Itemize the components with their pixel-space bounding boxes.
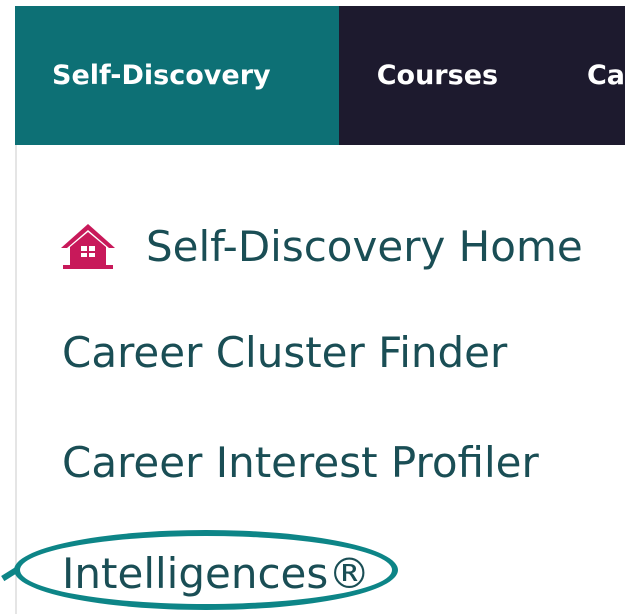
top-navigation-bar: Self-Discovery Courses Ca <box>15 6 625 145</box>
menu-item-intelligences[interactable]: Intelligences® <box>62 553 370 595</box>
tab-careers-truncated[interactable]: Ca <box>548 6 625 145</box>
tab-self-discovery[interactable]: Self-Discovery <box>15 6 339 145</box>
menu-item-career-interest-profiler[interactable]: Career Interest Profiler <box>62 442 539 484</box>
menu-item-self-discovery-home[interactable]: Self-Discovery Home <box>58 222 583 272</box>
tab-courses[interactable]: Courses <box>339 6 548 145</box>
menu-item-career-cluster-finder[interactable]: Career Cluster Finder <box>62 332 507 374</box>
dropdown-menu-panel <box>15 145 625 614</box>
home-icon <box>61 224 115 269</box>
menu-item-label: Self-Discovery Home <box>146 222 583 271</box>
